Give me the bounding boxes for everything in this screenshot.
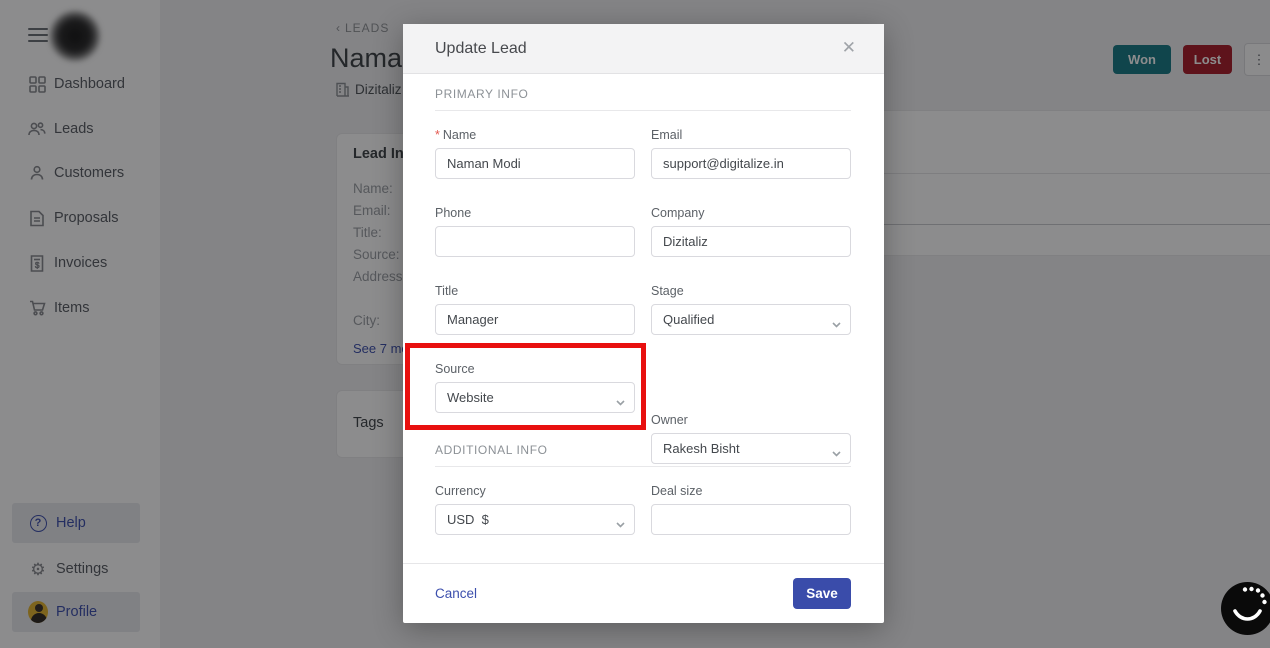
form-row: Source Owner	[435, 362, 851, 418]
modal-header: Update Lead ✕	[403, 24, 884, 74]
section-divider	[435, 110, 851, 111]
stage-label: Stage	[651, 284, 851, 298]
form-row: Title Stage	[435, 284, 851, 340]
company-field[interactable]	[651, 226, 851, 257]
name-field[interactable]	[435, 148, 635, 179]
form-row: Phone Company	[435, 206, 851, 262]
chevron-down-icon	[832, 444, 841, 450]
section-divider	[435, 466, 851, 467]
email-field[interactable]	[651, 148, 851, 179]
form-row: Currency Deal size	[435, 484, 851, 540]
section-additional-info: ADDITIONAL INFO	[435, 443, 548, 457]
source-label: Source	[435, 362, 635, 376]
chat-widget-button[interactable]	[1221, 582, 1270, 635]
owner-label: Owner	[651, 413, 851, 427]
email-label: Email	[651, 128, 851, 142]
name-label: *Name	[435, 128, 635, 142]
close-icon[interactable]: ✕	[842, 38, 856, 58]
chevron-down-icon	[832, 315, 841, 321]
chat-smiley-icon	[1221, 582, 1270, 635]
section-primary-info: PRIMARY INFO	[435, 87, 528, 101]
title-label: Title	[435, 284, 635, 298]
owner-select[interactable]	[651, 433, 851, 464]
deal-size-field[interactable]	[651, 504, 851, 535]
save-button[interactable]: Save	[793, 578, 851, 609]
currency-select[interactable]	[435, 504, 635, 535]
phone-label: Phone	[435, 206, 635, 220]
required-asterisk: *	[435, 128, 440, 142]
chevron-down-icon	[616, 515, 625, 521]
phone-field[interactable]	[435, 226, 635, 257]
deal-size-label: Deal size	[651, 484, 851, 498]
cancel-button[interactable]: Cancel	[435, 586, 477, 601]
source-select[interactable]	[435, 382, 635, 413]
form-row: *Name Email	[435, 128, 851, 184]
company-label: Company	[651, 206, 851, 220]
modal-footer: Cancel Save	[403, 563, 884, 623]
currency-label: Currency	[435, 484, 635, 498]
modal-title: Update Lead	[435, 40, 527, 58]
title-field[interactable]	[435, 304, 635, 335]
chevron-down-icon	[616, 393, 625, 399]
update-lead-modal: Update Lead ✕ PRIMARY INFO *Name Email P…	[403, 24, 884, 623]
stage-select[interactable]	[651, 304, 851, 335]
